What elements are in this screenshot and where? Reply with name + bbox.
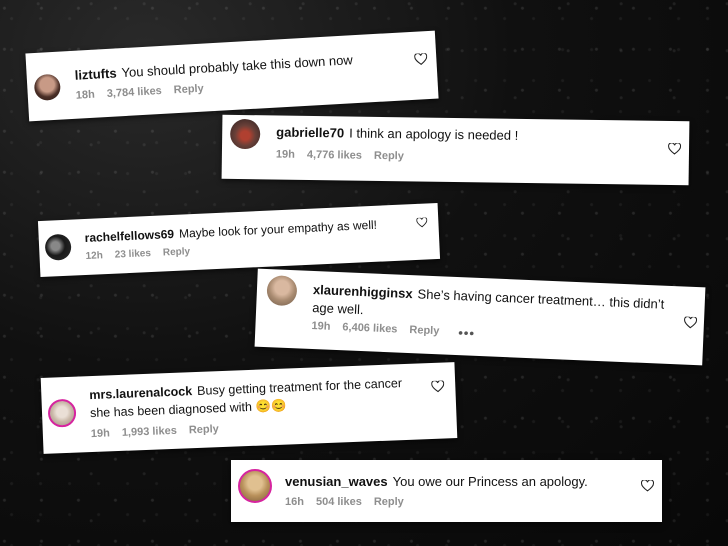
comment-body: I think an apology is needed ! <box>349 125 519 143</box>
heart-icon[interactable] <box>431 380 445 393</box>
comment-username[interactable]: mrs.laurenalcock <box>89 384 192 402</box>
avatar[interactable] <box>229 118 261 150</box>
comment-meta: 12h 23 likes Reply <box>85 246 202 262</box>
comment-text: liztufts You should probably take this do… <box>74 48 404 84</box>
heart-icon[interactable] <box>684 316 698 330</box>
heart-icon[interactable] <box>641 480 654 492</box>
comment-username[interactable]: xlaurenhigginsx <box>313 282 413 301</box>
comment-time: 19h <box>311 319 331 333</box>
comment-meta: 19h 4,776 likes Reply <box>276 148 416 162</box>
comment-text: venusian_waves You owe our Princess an ap… <box>285 473 635 491</box>
comment-meta: 19h 1,993 likes Reply <box>91 423 231 440</box>
comment-meta: 16h 504 likes Reply <box>285 496 416 508</box>
comment-body: You should probably take this down now <box>121 52 354 81</box>
heart-icon[interactable] <box>668 142 682 155</box>
comment-likes[interactable]: 504 likes <box>316 496 362 508</box>
comment-likes[interactable]: 1,993 likes <box>122 425 177 439</box>
comment-username[interactable]: gabrielle70 <box>276 124 344 140</box>
comment-card: venusian_waves You owe our Princess an ap… <box>231 460 662 522</box>
reply-button[interactable]: Reply <box>163 246 191 258</box>
comment-likes[interactable]: 4,776 likes <box>307 149 362 162</box>
avatar[interactable] <box>47 398 77 428</box>
more-options-button[interactable]: ••• <box>458 325 475 341</box>
reply-button[interactable]: Reply <box>374 496 404 508</box>
avatar[interactable] <box>238 469 272 503</box>
comment-meta: 18h 3,784 likes Reply <box>76 82 216 102</box>
heart-icon[interactable] <box>414 53 428 66</box>
comment-likes[interactable]: 23 likes <box>115 248 152 261</box>
avatar[interactable] <box>266 275 298 307</box>
comment-time: 12h <box>85 250 104 262</box>
comment-body: You owe our Princess an apology. <box>392 474 588 489</box>
comment-text: gabrielle70 I think an apology is needed … <box>276 123 656 146</box>
reply-button[interactable]: Reply <box>374 150 404 162</box>
comment-time: 19h <box>90 427 111 441</box>
avatar[interactable] <box>44 233 72 261</box>
comment-time: 19h <box>275 148 295 161</box>
comment-card: mrs.laurenalcock Busy getting treatment f… <box>40 362 458 454</box>
reply-button[interactable]: Reply <box>189 423 219 436</box>
comment-text: mrs.laurenalcock Busy getting treatment f… <box>89 373 420 422</box>
comment-text: rachelfellows69 Maybe look for your empat… <box>84 214 414 247</box>
avatar[interactable] <box>33 73 62 102</box>
comment-meta: 19h 6,406 likes Reply <box>311 320 451 338</box>
comment-body: Maybe look for your empathy as well! <box>178 217 378 241</box>
comment-time: 18h <box>75 88 96 102</box>
comment-username[interactable]: venusian_waves <box>285 474 388 489</box>
comment-username[interactable]: liztufts <box>74 65 117 82</box>
comment-time: 16h <box>285 496 304 508</box>
heart-icon[interactable] <box>416 217 428 228</box>
comment-card: gabrielle70 I think an apology is needed … <box>221 114 690 186</box>
comment-likes[interactable]: 6,406 likes <box>342 321 398 335</box>
comment-username[interactable]: rachelfellows69 <box>84 227 174 245</box>
reply-button[interactable]: Reply <box>173 83 204 97</box>
reply-button[interactable]: Reply <box>409 324 439 337</box>
comment-likes[interactable]: 3,784 likes <box>106 85 162 100</box>
